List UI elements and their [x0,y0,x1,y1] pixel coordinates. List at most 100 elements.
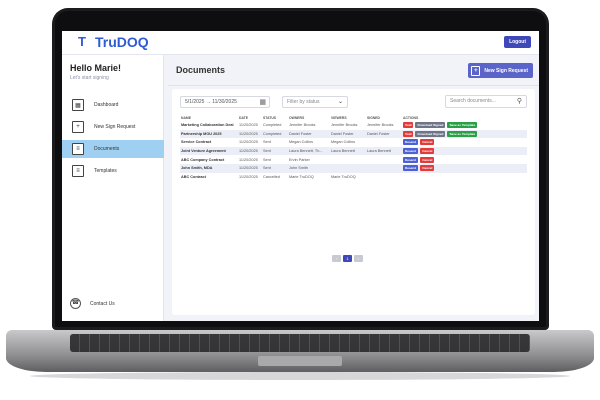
cell-actions: Resend Cancel [402,138,527,147]
laptop-trackpad [258,356,342,366]
sidebar-item-documents[interactable]: ≡ Documents [62,140,164,158]
dashboard-icon: ▦ [72,99,84,111]
void-button[interactable]: Void [403,130,414,137]
cell-date: 11/20/2025 [238,146,262,156]
cell-owners: Jennifer Brooks [289,123,316,128]
sidebar-item-new-sign-request[interactable]: + New Sign Request [62,118,164,136]
cell-name: Service Contract [181,140,212,145]
cell-date: 11/20/2025 [239,123,258,128]
cell-name: John Smith, MDA [180,163,238,173]
download-button[interactable]: Download Signed [415,122,446,129]
sidebar-item-templates[interactable]: ≡ Templates [62,162,164,180]
status-filter-placeholder: Filter by status [287,99,320,105]
cell-status: Cancelled [263,174,280,179]
table-row[interactable]: ABC Contract 11/20/2025 Cancelled Marie Tru… [180,173,527,182]
laptop-shadow [30,372,570,380]
cell-owners: Laura Bennett, Th... [288,146,330,156]
resend-button[interactable]: Resend [403,148,419,155]
table-row[interactable]: ABC Company Contract 11/20/2025 Sent Ervin … [180,155,527,164]
templates-icon: ≡ [72,165,84,177]
new-sign-request-label: New Sign Request [484,67,528,74]
greeting-subtitle: Let's start signing [70,75,109,81]
table-row[interactable]: Partnership MOU 2025 11/20/2025 Completed D… [180,129,527,139]
support-icon: ☎ [70,298,81,309]
cell-viewers [330,163,366,173]
table-row[interactable]: Service Contract 11/20/2025 Sent Megan Coll… [180,138,527,147]
new-document-icon: + [72,121,84,133]
new-sign-request-button[interactable]: + New Sign Request [468,63,533,78]
resend-button[interactable]: Resend [403,139,419,146]
table-row[interactable]: John Smith, MDA 11/20/2025 Sent John Smith R… [180,163,527,173]
current-page-button[interactable]: 1 [343,255,352,262]
logout-button[interactable]: Logout [504,36,531,48]
download-button[interactable]: Download Signed [415,130,446,137]
sidebar-item-label: Documents [94,146,120,152]
cell-signed [366,138,402,147]
sidebar-item-dashboard[interactable]: ▦ Dashboard [62,96,164,114]
cell-signed [366,173,402,182]
cell-owners: Ervin Parker [289,157,310,162]
cell-viewers: Megan Collins [331,140,356,145]
cell-name: Partnership MOU 2025 [180,129,238,139]
cell-date: 11/20/2025 [239,140,258,145]
cell-signed [366,155,402,164]
top-bar: T TruDOQ Logout [62,31,539,55]
cancel-button[interactable]: Cancel [420,165,435,172]
cell-status: Sent [262,163,288,173]
cell-actions: Void Download Signed Save as Template [402,121,527,130]
status-filter-select[interactable]: Filter by status ⌄ [282,96,348,108]
template-button[interactable]: Save as Template [447,130,478,137]
sidebar-item-label: New Sign Request [94,124,136,130]
next-page-button[interactable]: › [354,255,363,262]
cell-date: 11/20/2025 [239,157,258,162]
cell-status: Sent [262,146,288,156]
cell-status: Sent [263,140,271,145]
chevron-down-icon: ⌄ [337,99,343,105]
contact-us-label: Contact Us [90,300,115,307]
resend-button[interactable]: Resend [403,165,419,172]
date-range-picker[interactable]: 5/1/2025 → 11/30/2025 ▦ [180,96,270,108]
cell-status: Sent [263,157,271,162]
search-input[interactable]: Search documents... ⚲ [445,95,527,108]
cancel-button[interactable]: Cancel [420,139,435,146]
cell-actions: Void Download Signed Save as Template [402,129,527,139]
documents-icon: ≡ [72,143,84,155]
cell-viewers [330,155,366,164]
sidebar-item-label: Templates [94,168,117,174]
cancel-button[interactable]: Cancel [420,156,435,163]
cell-signed: Daniel Foster [366,129,402,139]
sidebar-item-label: Dashboard [94,102,119,108]
cell-viewers: Daniel Foster [330,129,366,139]
search-icon[interactable]: ⚲ [517,97,522,107]
page-title: Documents [176,65,226,75]
prev-page-button[interactable]: ‹ [332,255,341,262]
cell-owners: John Smith [288,163,330,173]
app-screen: T TruDOQ Logout Hello Marie! Let's start… [62,31,539,321]
main-content: Documents + New Sign Request 5/1/2025 → … [168,55,539,321]
cancel-button[interactable]: Cancel [420,148,435,155]
cell-name: Joint Venture Agreement [180,146,238,156]
cell-signed: Jennifer Brooks [367,123,394,128]
search-placeholder: Search documents... [450,98,496,104]
table-row[interactable]: Joint Venture Agreement 11/20/2025 Sent Lau… [180,146,527,156]
app-logo[interactable]: T TruDOQ [78,34,149,50]
resend-button[interactable]: Resend [403,156,419,163]
cell-owners: Megan Collins [289,140,314,145]
header-divider [168,85,539,86]
template-button[interactable]: Save as Template [447,122,478,129]
pagination: ‹ 1 › [332,255,365,262]
cell-viewers: Jennifer Brooks [331,123,358,128]
contact-us-link[interactable]: ☎ Contact Us [70,298,115,309]
documents-table: NAME DATE STATUS OWNERS VIEWERS SIGNED A… [180,115,527,181]
laptop-keyboard [70,334,530,352]
cell-owners: Marie TruDOQ [289,174,314,179]
cell-status: Completed [262,129,288,139]
void-button[interactable]: Void [403,122,414,129]
table-row[interactable]: Marketing Collaboration Deal 11/20/2025 Co… [180,121,527,130]
laptop-scene: T TruDOQ Logout Hello Marie! Let's start… [0,0,600,400]
calendar-icon[interactable]: ▦ [259,98,266,107]
cell-viewers: Marie TruDOQ [331,174,356,179]
cell-owners: Daniel Foster [288,129,330,139]
documents-card: 5/1/2025 → 11/30/2025 ▦ Filter by status… [172,89,535,315]
logo-mark-icon: T [78,34,86,49]
